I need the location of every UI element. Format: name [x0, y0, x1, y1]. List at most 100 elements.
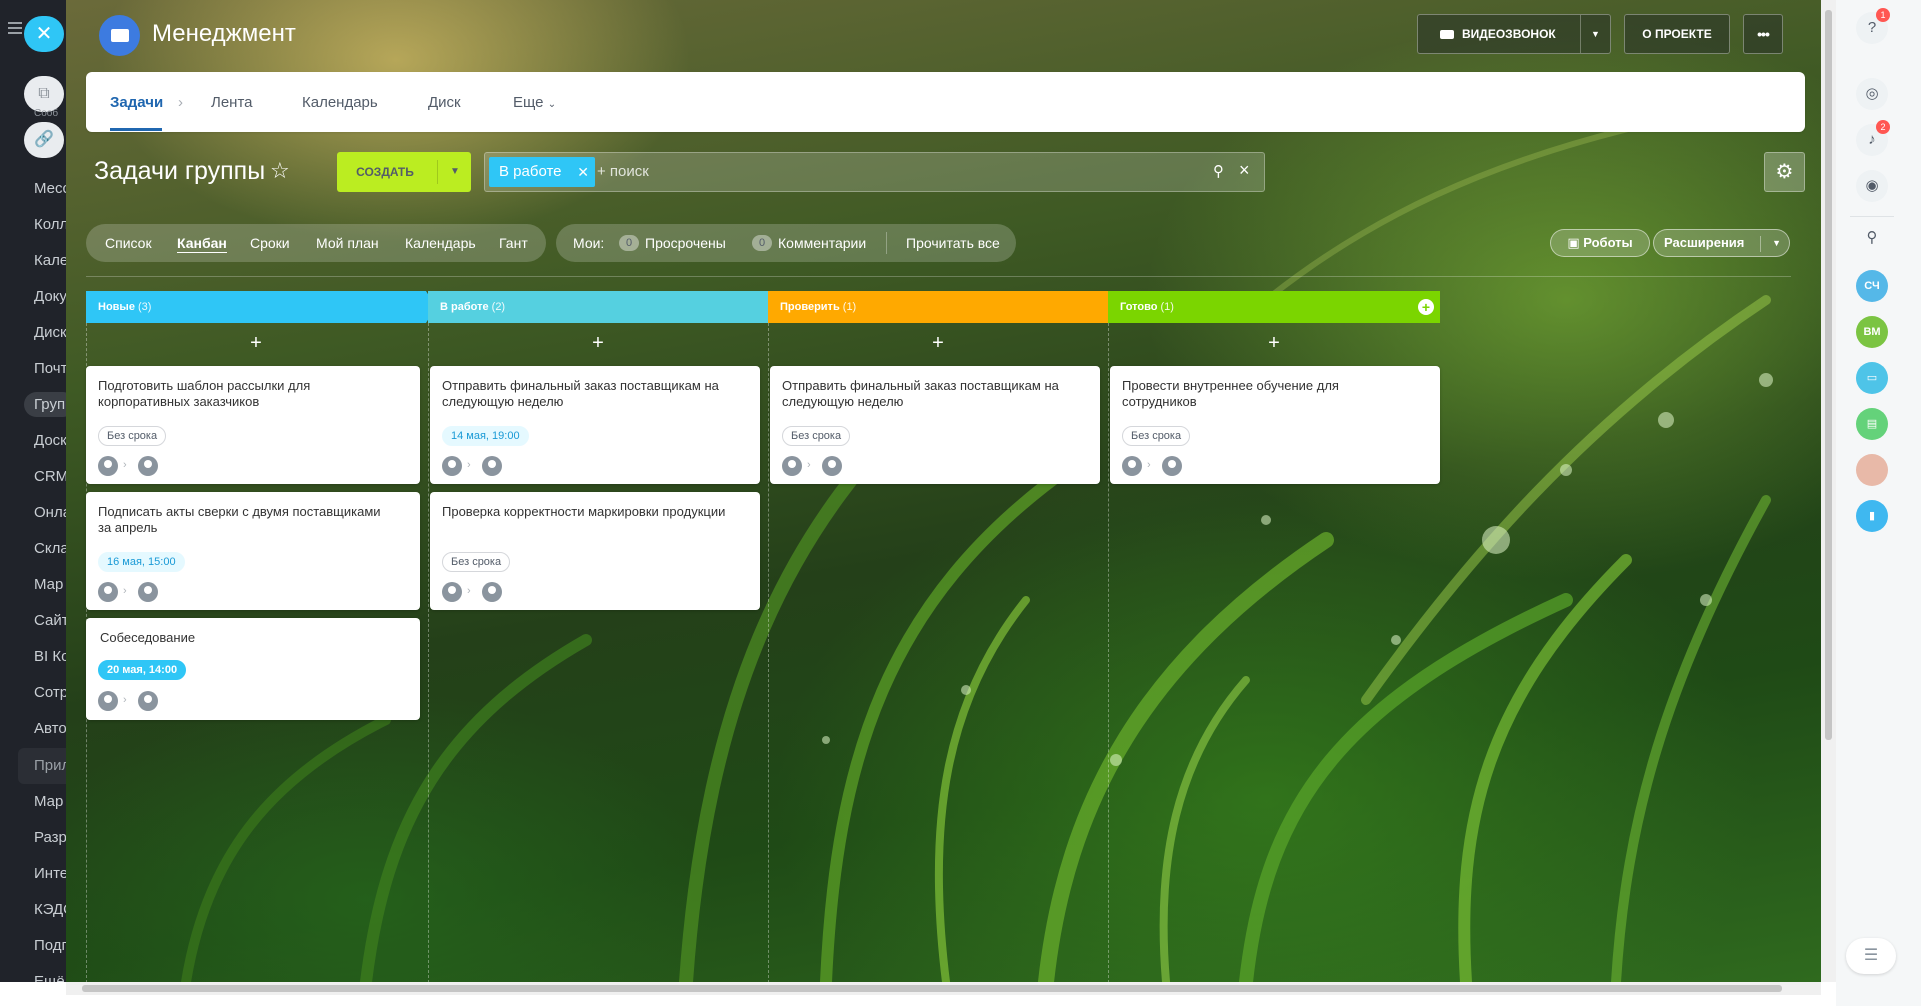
- tab-calendar[interactable]: Календарь: [302, 94, 378, 111]
- creator-avatar-icon[interactable]: [1122, 456, 1142, 476]
- tab-more[interactable]: Еще ⌄: [513, 94, 556, 111]
- sidebar-item-employees[interactable]: Сотр: [34, 684, 66, 701]
- task-title[interactable]: Провести внутреннее обучение для сотрудн…: [1122, 378, 1412, 410]
- star-icon[interactable]: ☆: [270, 158, 290, 184]
- add-task-icon[interactable]: +: [768, 323, 1108, 363]
- open-in-new-window-icon[interactable]: ⧉: [24, 76, 64, 112]
- chevron-down-icon[interactable]: ▼: [1772, 230, 1781, 256]
- sidebar-item-dev[interactable]: Разр: [34, 829, 66, 846]
- task-title[interactable]: Отправить финальный заказ поставщикам на…: [782, 378, 1072, 410]
- tab-disk[interactable]: Диск: [428, 94, 461, 111]
- chevron-down-icon[interactable]: ▼: [439, 152, 471, 192]
- chevron-down-icon[interactable]: ▼: [1580, 15, 1610, 53]
- column-header[interactable]: Готово (1) +: [1108, 291, 1440, 323]
- video-call-button[interactable]: ВИДЕОЗВОНОК ▼: [1417, 14, 1611, 54]
- task-card[interactable]: Отправить финальный заказ поставщикам на…: [770, 366, 1100, 484]
- remove-filter-icon[interactable]: ✕: [577, 157, 589, 187]
- task-card[interactable]: Подготовить шаблон рассылки для корпорат…: [86, 366, 420, 484]
- scroll-thumb[interactable]: [82, 985, 1782, 992]
- view-calendar[interactable]: Календарь: [405, 235, 476, 251]
- view-gantt[interactable]: Гант: [499, 235, 528, 251]
- responsible-avatar-icon[interactable]: [138, 691, 158, 711]
- tab-feed[interactable]: Лента: [211, 94, 253, 111]
- task-title[interactable]: Подписать акты сверки с двумя поставщика…: [98, 504, 388, 536]
- deadline-badge[interactable]: Без срока: [442, 552, 511, 572]
- horizontal-scrollbar[interactable]: [66, 982, 1821, 995]
- sidebar-item-marketing[interactable]: Мар: [34, 576, 63, 593]
- sidebar-item-sites[interactable]: Сайт: [34, 612, 66, 629]
- filter-search-field[interactable]: В работе ✕ + поиск ⚲ ×: [484, 152, 1265, 192]
- read-all-link[interactable]: Прочитать все: [906, 235, 1000, 251]
- responsible-avatar-icon[interactable]: [822, 456, 842, 476]
- deadline-badge[interactable]: 20 мая, 14:00: [98, 660, 187, 680]
- creator-avatar-icon[interactable]: [98, 691, 118, 711]
- comments-link[interactable]: Комментарии: [778, 235, 866, 251]
- sidebar-item-mail[interactable]: Почт: [34, 360, 66, 377]
- sidebar-item-online[interactable]: Онла: [34, 504, 66, 521]
- robots-button[interactable]: ▣ Роботы: [1550, 229, 1650, 257]
- view-kanban[interactable]: Канбан: [177, 235, 227, 253]
- close-icon[interactable]: ✕: [24, 16, 64, 52]
- sidebar-item-boards[interactable]: Доск: [34, 432, 66, 449]
- task-title[interactable]: Проверка корректности маркировки продукц…: [442, 504, 732, 520]
- menu-icon[interactable]: [8, 22, 22, 34]
- responsible-avatar-icon[interactable]: [1162, 456, 1182, 476]
- creator-avatar-icon[interactable]: [98, 582, 118, 602]
- about-project-button[interactable]: О ПРОЕКТЕ: [1624, 14, 1730, 54]
- sidebar-item-sign[interactable]: Подп: [34, 937, 66, 954]
- create-task-button[interactable]: СОЗДАТЬ ▼: [337, 152, 471, 192]
- settings-gear-icon[interactable]: ⚙: [1764, 152, 1805, 192]
- sidebar-item-integrations[interactable]: Инте: [34, 865, 66, 882]
- overdue-link[interactable]: Просрочены: [645, 235, 726, 251]
- more-button[interactable]: •••: [1743, 14, 1783, 54]
- deadline-badge[interactable]: 14 мая, 19:00: [442, 426, 529, 446]
- search-icon[interactable]: ⚲: [1856, 222, 1888, 254]
- view-my-plan[interactable]: Мой план: [316, 235, 379, 251]
- notes-icon[interactable]: ▤: [1856, 408, 1888, 440]
- responsible-avatar-icon[interactable]: [482, 456, 502, 476]
- responsible-avatar-icon[interactable]: [482, 582, 502, 602]
- task-card[interactable]: Провести внутреннее обучение для сотрудн…: [1110, 366, 1440, 484]
- user-photo-avatar[interactable]: [1856, 454, 1888, 486]
- sidebar-item-more[interactable]: Ещё: [34, 973, 65, 982]
- sidebar-item-groups[interactable]: Груп: [24, 392, 66, 417]
- extensions-button[interactable]: Расширения ▼: [1653, 229, 1790, 257]
- add-column-icon[interactable]: +: [1418, 299, 1434, 315]
- filter-chip[interactable]: В работе ✕: [489, 157, 595, 187]
- creator-avatar-icon[interactable]: [442, 456, 462, 476]
- chat-icon[interactable]: ▭: [1856, 362, 1888, 394]
- clear-icon[interactable]: ×: [1239, 160, 1250, 181]
- bookmark-icon[interactable]: ▮: [1856, 500, 1888, 532]
- sidebar-item-collabs[interactable]: Колл: [34, 216, 66, 233]
- view-deadlines[interactable]: Сроки: [250, 235, 290, 251]
- link-icon[interactable]: 🔗: [24, 122, 64, 158]
- responsible-avatar-icon[interactable]: [138, 456, 158, 476]
- search-icon[interactable]: ⚲: [1213, 162, 1224, 180]
- task-card[interactable]: Собеседование 20 мая, 14:00 ›: [86, 618, 420, 720]
- task-title[interactable]: Отправить финальный заказ поставщикам на…: [442, 378, 732, 410]
- add-task-icon[interactable]: +: [428, 323, 768, 363]
- chat-search-icon[interactable]: ◉: [1856, 170, 1888, 202]
- responsible-avatar-icon[interactable]: [138, 582, 158, 602]
- creator-avatar-icon[interactable]: [782, 456, 802, 476]
- copilot-icon[interactable]: ◎: [1856, 78, 1888, 110]
- sidebar-item-kedo[interactable]: КЭДО: [34, 901, 66, 918]
- creator-avatar-icon[interactable]: [442, 582, 462, 602]
- deadline-badge[interactable]: 16 мая, 15:00: [98, 552, 185, 572]
- task-title[interactable]: Собеседование: [100, 630, 390, 646]
- task-title[interactable]: Подготовить шаблон рассылки для корпорат…: [98, 378, 388, 410]
- sidebar-item-market[interactable]: Мар: [34, 793, 63, 810]
- sidebar-item-messenger[interactable]: Месс: [34, 180, 66, 197]
- view-list[interactable]: Список: [105, 235, 152, 251]
- deadline-badge[interactable]: Без срока: [98, 426, 167, 446]
- task-card[interactable]: Проверка корректности маркировки продукц…: [430, 492, 760, 610]
- creator-avatar-icon[interactable]: [98, 456, 118, 476]
- column-header[interactable]: Проверить (1): [768, 291, 1118, 323]
- list-icon[interactable]: ☰: [1846, 938, 1896, 974]
- sidebar-item-automation[interactable]: Авто: [34, 720, 66, 737]
- sidebar-item-bi[interactable]: BI Ко: [34, 648, 66, 665]
- sidebar-item-docs[interactable]: Доку: [34, 288, 66, 305]
- task-card[interactable]: Подписать акты сверки с двумя поставщика…: [86, 492, 420, 610]
- avatar[interactable]: ВМ: [1856, 316, 1888, 348]
- sidebar-item-apps[interactable]: Прил: [34, 757, 66, 774]
